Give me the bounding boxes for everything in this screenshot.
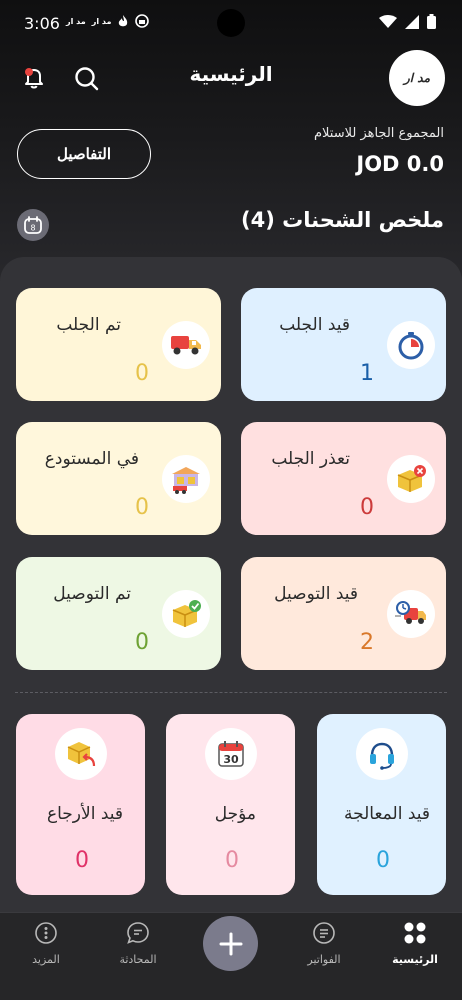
- card-count: 1: [360, 361, 374, 386]
- logo-text: مد ار: [403, 71, 431, 85]
- package-return-icon: [55, 728, 107, 780]
- card-label: تم التوصيل: [53, 584, 131, 604]
- brand-logo[interactable]: مد ار: [389, 50, 445, 106]
- nav-invoices[interactable]: الفواتير: [284, 921, 364, 966]
- headset-icon: [356, 728, 408, 780]
- card-label: قيد الأرجاع: [46, 804, 123, 824]
- calendar-icon: 8: [24, 216, 42, 234]
- status-indicators: [379, 14, 436, 29]
- notification-app-icon: مد ار: [66, 16, 86, 26]
- card-count: 0: [360, 495, 374, 520]
- card-label: في المستودع: [44, 449, 139, 469]
- card-pickup-failed[interactable]: تعذر الجلب 0: [241, 422, 446, 535]
- card-picked-up[interactable]: تم الجلب 0: [16, 288, 221, 401]
- warehouse-icon: [162, 455, 210, 503]
- details-button[interactable]: التفاصيل: [17, 129, 151, 179]
- card-delivered[interactable]: تم التوصيل 0: [16, 557, 221, 670]
- search-icon: [75, 67, 99, 91]
- card-count: 0: [75, 848, 89, 873]
- search-button[interactable]: [72, 64, 102, 94]
- card-label: تعذر الجلب: [271, 449, 350, 469]
- card-label: قيد المعالجة: [344, 804, 430, 824]
- truck-icon: [162, 321, 210, 369]
- shipments-summary-title: ملخص الشحنات (4): [241, 208, 444, 232]
- card-count: 0: [225, 848, 239, 873]
- calendar-date-icon: 30: [205, 728, 257, 780]
- nav-more[interactable]: المزيد: [6, 921, 86, 966]
- calendar-badge: 8: [30, 224, 35, 233]
- card-in-warehouse[interactable]: في المستودع 0: [16, 422, 221, 535]
- card-pending-pickup[interactable]: قيد الجلب 1: [241, 288, 446, 401]
- home-grid-icon: [404, 922, 426, 944]
- card-count: 0: [135, 361, 149, 386]
- bell-icon: [25, 68, 43, 89]
- card-postponed[interactable]: 30 مؤجل 0: [166, 714, 295, 895]
- more-icon: [35, 922, 57, 944]
- camera-cutout: [217, 9, 245, 37]
- invoice-icon: [313, 922, 335, 944]
- package-check-icon: [162, 590, 210, 638]
- section-divider: [15, 692, 447, 693]
- balance-label: المجموع الجاهز للاستلام: [313, 126, 444, 141]
- card-label: قيد التوصيل: [274, 584, 358, 604]
- chat-icon: [127, 922, 149, 944]
- calendar-date-text: 30: [223, 753, 239, 766]
- fast-delivery-icon: [387, 590, 435, 638]
- card-label: مؤجل: [214, 804, 256, 824]
- card-count: 2: [360, 630, 374, 655]
- nav-label: المزيد: [32, 953, 60, 966]
- nav-label: المحادثة: [119, 953, 157, 966]
- card-processing[interactable]: قيد المعالجة 0: [317, 714, 446, 895]
- add-shipment-button[interactable]: [203, 916, 258, 971]
- nav-chat[interactable]: المحادثة: [98, 921, 178, 966]
- nav-home[interactable]: الرئيسية: [375, 921, 455, 966]
- stopwatch-icon: [387, 321, 435, 369]
- card-returning[interactable]: قيد الأرجاع 0: [16, 714, 145, 895]
- notifications-button[interactable]: [20, 64, 48, 92]
- date-filter-button[interactable]: 8: [17, 209, 49, 241]
- card-count: 0: [376, 848, 390, 873]
- nav-label: الرئيسية: [392, 953, 438, 966]
- card-label: تم الجلب: [56, 315, 121, 335]
- card-label: قيد الجلب: [279, 315, 350, 335]
- status-notifications: مد ار مد ار: [66, 14, 150, 28]
- flame-icon: [119, 15, 128, 27]
- status-time: 3:06: [24, 14, 60, 33]
- battery-icon: [427, 14, 436, 29]
- plus-icon: [219, 932, 242, 955]
- card-count: 0: [135, 630, 149, 655]
- nav-label: الفواتير: [307, 953, 341, 966]
- notification-app-icon: مد ار: [91, 16, 112, 26]
- balance-amount: JOD 0.0: [356, 152, 444, 176]
- app-notification-icon: [135, 14, 150, 28]
- status-bar: 3:06 مد ار مد ار: [0, 0, 462, 46]
- signal-icon: [405, 14, 419, 29]
- card-count: 0: [135, 495, 149, 520]
- card-out-for-delivery[interactable]: قيد التوصيل 2: [241, 557, 446, 670]
- package-cancel-icon: [387, 455, 435, 503]
- page-title: الرئيسية: [189, 62, 273, 86]
- wifi-icon: [379, 14, 397, 28]
